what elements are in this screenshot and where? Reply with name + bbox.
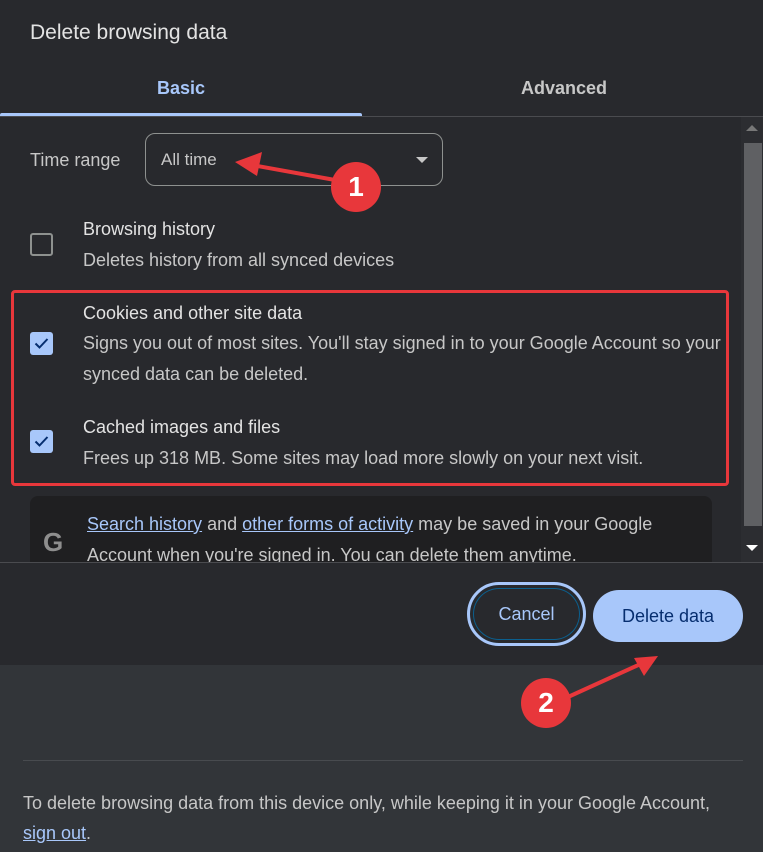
dialog-title: Delete browsing data [30, 21, 228, 44]
page-divider [23, 760, 743, 761]
content-scrollbar[interactable] [741, 117, 763, 563]
tab-basic[interactable]: Basic [0, 60, 362, 116]
cached-images-checkbox[interactable] [30, 430, 53, 453]
google-activity-notice: G Search history and other forms of acti… [30, 496, 712, 563]
footer-divider [0, 562, 763, 563]
scroll-down-arrow-icon[interactable] [746, 545, 758, 551]
cookies-checkbox[interactable] [30, 332, 53, 355]
option-title: Cached images and files [83, 417, 281, 437]
checkmark-icon [34, 436, 49, 447]
delete-browsing-data-dialog: Delete browsing data Basic Advanced Time… [0, 0, 763, 665]
browsing-history-checkbox[interactable] [30, 233, 53, 256]
sign-out-notice-suffix: . [86, 823, 92, 843]
tab-bar: Basic Advanced [0, 60, 763, 116]
other-activity-link[interactable]: other forms of activity [242, 514, 413, 534]
time-range-value: All time [161, 149, 217, 169]
sign-out-notice-text: To delete browsing data from this device… [23, 793, 711, 813]
scroll-up-arrow-icon[interactable] [746, 125, 758, 131]
tab-advanced[interactable]: Advanced [383, 60, 745, 116]
dropdown-caret-icon [416, 157, 428, 163]
cancel-button[interactable]: Cancel [467, 582, 586, 646]
sign-out-notice: To delete browsing data from this device… [23, 788, 723, 848]
google-g-icon: G [43, 527, 64, 557]
delete-data-button[interactable]: Delete data [593, 590, 743, 642]
google-notice-text: Search history and other forms of activi… [87, 509, 707, 563]
dialog-content: Time range All time Browsing history Del… [0, 117, 740, 563]
scrollbar-thumb[interactable] [744, 143, 762, 526]
option-description: Frees up 318 MB. Some sites may load mor… [83, 448, 644, 468]
search-history-link[interactable]: Search history [87, 514, 202, 534]
option-title: Cookies and other site data [83, 303, 303, 323]
time-range-select[interactable]: All time [145, 133, 443, 186]
option-description: Deletes history from all synced devices [83, 250, 395, 270]
option-description: Signs you out of most sites. You'll stay… [83, 333, 721, 384]
checkmark-icon [34, 338, 49, 349]
sign-out-link[interactable]: sign out [23, 823, 86, 843]
annotation-badge-2: 2 [521, 678, 571, 728]
notice-text-part: and [202, 514, 243, 534]
option-title: Browsing history [83, 219, 216, 239]
time-range-label: Time range [30, 150, 121, 170]
